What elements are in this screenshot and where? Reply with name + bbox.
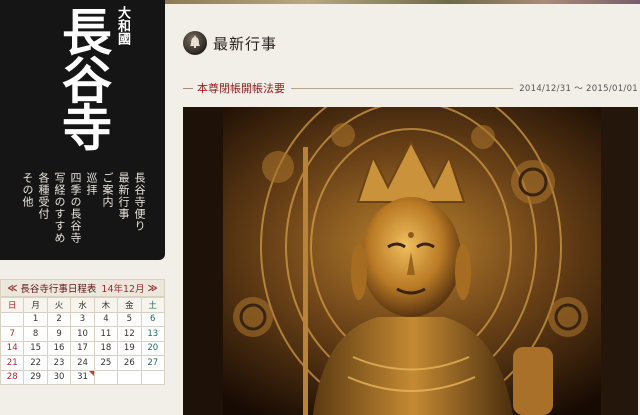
calendar-empty-cell (140, 369, 166, 385)
calendar-day[interactable]: 21 (0, 355, 25, 371)
calendar-week-row: 28 29 30 31 (0, 369, 166, 385)
calendar-weekday-row: 日 月 火 水 木 金 土 (0, 297, 166, 313)
calendar-week-row: 7 8 9 10 11 12 13 (0, 326, 166, 342)
calendar-grid: 日 月 火 水 木 金 土 1 2 3 4 5 6 7 8 9 10 11 12 13 14 15 16 17 1… (0, 297, 166, 385)
top-banner-strip (165, 0, 640, 4)
calendar-day[interactable]: 18 (93, 340, 119, 356)
calendar-day[interactable]: 24 (70, 355, 95, 371)
weekday-label: 火 (46, 297, 72, 313)
sidebar-nav: 大和國 長谷寺 長谷寺便り 最新行事 ご案内 巡拝 四季の長谷寺 写経のすすめ … (0, 0, 165, 260)
calendar-next-button[interactable]: ≫ (148, 283, 158, 294)
weekday-label: 月 (23, 297, 48, 313)
calendar-header: ≪ 長谷寺行事日程表 14年12月 ≫ (0, 279, 165, 297)
calendar-day[interactable]: 15 (23, 340, 48, 356)
calendar-day[interactable]: 2 (46, 311, 72, 327)
calendar-day[interactable]: 17 (70, 340, 95, 356)
calendar-day[interactable]: 27 (140, 355, 166, 371)
calendar-day[interactable]: 10 (70, 326, 95, 342)
section-header: 最新行事 (183, 30, 277, 56)
calendar-day[interactable]: 11 (93, 326, 119, 342)
calendar-day[interactable]: 31 (70, 369, 95, 385)
nav-item-other[interactable]: その他 (20, 172, 34, 254)
calendar-day[interactable]: 23 (46, 355, 72, 371)
nav-item-news[interactable]: 長谷寺便り (132, 172, 146, 254)
calendar-empty-cell (0, 311, 25, 327)
calendar-day[interactable]: 8 (23, 326, 48, 342)
calendar-week-row: 21 22 23 24 25 26 27 (0, 355, 166, 371)
calendar-day[interactable]: 6 (140, 311, 166, 327)
nav-item-latest-events[interactable]: 最新行事 (116, 172, 130, 254)
nav-menu: 長谷寺便り 最新行事 ご案内 巡拝 四季の長谷寺 写経のすすめ 各種受付 その他 (20, 172, 146, 254)
calendar-empty-cell (93, 369, 119, 385)
calendar-day[interactable]: 4 (93, 311, 119, 327)
buddha-statue-photo (183, 107, 638, 415)
weekday-label: 木 (93, 297, 119, 313)
calendar-week-row: 123456 (0, 311, 166, 327)
logo-temple-name[interactable]: 長谷寺 (46, 6, 113, 150)
nav-item-reception[interactable]: 各種受付 (36, 172, 50, 254)
divider (291, 87, 514, 89)
nav-item-sutra-copying[interactable]: 写経のすすめ (52, 172, 66, 254)
calendar-day[interactable]: 30 (46, 369, 72, 385)
calendar-day[interactable]: 26 (117, 355, 142, 371)
weekday-label: 日 (0, 297, 25, 313)
nav-item-pilgrimage[interactable]: 巡拝 (84, 172, 98, 254)
article-date: 2014/12/31 ～ 2015/01/01 (519, 84, 638, 94)
calendar-day[interactable]: 28 (0, 369, 25, 385)
calendar-day[interactable]: 9 (46, 326, 72, 342)
calendar-day[interactable]: 20 (140, 340, 166, 356)
calendar-day[interactable]: 16 (46, 340, 72, 356)
calendar-prev-button[interactable]: ≪ (7, 283, 17, 294)
calendar-empty-cell (117, 369, 142, 385)
temple-bell-icon (183, 31, 207, 55)
calendar-title: 長谷寺行事日程表 (20, 284, 97, 295)
calendar-day[interactable]: 5 (117, 311, 142, 327)
calendar-month: 14年12月 (101, 284, 145, 295)
calendar-day[interactable]: 1 (23, 311, 48, 327)
weekday-label: 金 (117, 297, 142, 313)
article-header: 本尊閉帳開帳法要 2014/12/31 ～ 2015/01/01 (183, 80, 638, 96)
calendar-day[interactable]: 3 (70, 311, 95, 327)
calendar-day[interactable]: 19 (117, 340, 142, 356)
calendar-day[interactable]: 12 (117, 326, 142, 342)
calendar-week-row: 14 15 16 17 18 19 20 (0, 340, 166, 356)
weekday-label: 土 (140, 297, 166, 313)
weekday-label: 水 (70, 297, 95, 313)
nav-item-seasons[interactable]: 四季の長谷寺 (68, 172, 82, 254)
article-title[interactable]: 本尊閉帳開帳法要 (183, 80, 285, 96)
event-calendar: ≪ 長谷寺行事日程表 14年12月 ≫ 日 月 火 水 木 金 土 123456… (0, 279, 166, 385)
calendar-day[interactable]: 14 (0, 340, 25, 356)
calendar-day[interactable]: 13 (140, 326, 166, 342)
section-title: 最新行事 (213, 34, 278, 53)
calendar-day[interactable]: 22 (23, 355, 48, 371)
nav-item-guide[interactable]: ご案内 (100, 172, 114, 254)
calendar-day[interactable]: 7 (0, 326, 25, 342)
calendar-day[interactable]: 29 (23, 369, 48, 385)
calendar-day[interactable]: 25 (93, 355, 119, 371)
